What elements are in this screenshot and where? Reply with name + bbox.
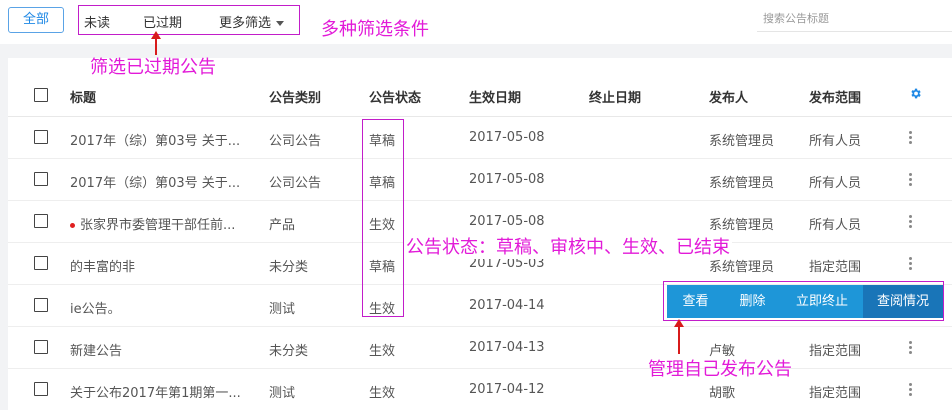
row-status: 生效 <box>369 344 396 359</box>
row-checkbox[interactable] <box>34 172 48 186</box>
row-scope: 所有人员 <box>809 218 862 233</box>
unread-filter[interactable]: 未读 <box>84 12 110 31</box>
more-options-icon[interactable] <box>909 383 913 397</box>
row-title: 张家界市委管理干部任前... <box>80 218 236 233</box>
row-publisher: 系统管理员 <box>709 176 775 191</box>
header-effective-date: 生效日期 <box>469 91 522 106</box>
row-category: 测试 <box>269 302 296 317</box>
row-category: 未分类 <box>269 344 309 359</box>
expired-filter[interactable]: 已过期 <box>143 12 182 31</box>
more-options-icon[interactable] <box>909 257 913 271</box>
row-scope: 所有人员 <box>809 134 862 149</box>
row-checkbox[interactable] <box>34 382 48 396</box>
caret-down-icon <box>276 21 285 26</box>
search-input[interactable] <box>757 6 937 30</box>
header-title: 标题 <box>70 91 97 106</box>
header-status: 公告状态 <box>369 91 422 106</box>
row-checkbox[interactable] <box>34 256 48 270</box>
row-category: 公司公告 <box>269 176 322 191</box>
row-title: 新建公告 <box>70 344 123 359</box>
row-category: 测试 <box>269 386 296 401</box>
view-button[interactable]: 查看 <box>667 285 724 318</box>
header-scope: 发布范围 <box>809 91 862 106</box>
delete-button[interactable]: 删除 <box>724 285 781 318</box>
row-effective: 2017-04-14 <box>469 298 545 313</box>
row-publisher: 系统管理员 <box>709 134 775 149</box>
header-publisher: 发布人 <box>709 91 749 106</box>
row-category: 公司公告 <box>269 134 322 149</box>
status-highlight-box <box>362 119 404 317</box>
row-title-cell[interactable]: 2017年（综）第03号 关于... <box>70 130 240 149</box>
row-effective: 2017-05-08 <box>469 130 545 145</box>
expired-filter-annotation: 筛选已过期公告 <box>90 57 216 78</box>
more-options-icon[interactable] <box>909 173 913 187</box>
row-publisher: 胡歌 <box>709 386 736 401</box>
table-row[interactable]: 2017年（综）第03号 关于... 公司公告 草稿 2017-05-08 系统管理员所… <box>8 159 952 201</box>
filter-toolbar: 全部 未读 已过期 更多筛选 <box>0 0 952 44</box>
row-title: 2017年（综）第03号 关于... <box>70 134 241 149</box>
row-checkbox[interactable] <box>34 130 48 144</box>
row-checkbox[interactable] <box>34 340 48 354</box>
row-effective: 2017-05-08 <box>469 214 545 229</box>
more-options-icon[interactable] <box>909 131 913 145</box>
table-row[interactable]: 关于公布2017年第1期第一... 测试 生效 2017-04-12 胡歌 指定范围 <box>8 369 952 410</box>
row-effective: 2017-05-08 <box>469 172 545 187</box>
row-checkbox[interactable] <box>34 214 48 228</box>
row-title-cell[interactable]: 新建公告 <box>70 340 122 359</box>
search-box[interactable] <box>757 6 952 32</box>
row-checkbox[interactable] <box>34 298 48 312</box>
status-annotation: 公告状态：草稿、审核中、生效、已结束 <box>404 233 732 259</box>
unread-dot-icon <box>70 223 75 228</box>
row-title-cell[interactable]: 张家界市委管理干部任前... <box>70 214 235 233</box>
row-title: ie公告。 <box>70 302 121 317</box>
gear-icon[interactable] <box>909 87 922 100</box>
table-header: 标题 公告类别 公告状态 生效日期 终止日期 发布人 发布范围 <box>8 75 952 117</box>
arrow-up-icon <box>151 31 161 55</box>
row-publisher: 系统管理员 <box>709 218 775 233</box>
table-row[interactable]: 2017年（综）第03号 关于... 公司公告 草稿 2017-05-08 系统管理员所… <box>8 117 952 159</box>
header-end-date: 终止日期 <box>589 91 642 106</box>
filter-conditions-annotation: 多种筛选条件 <box>321 19 429 40</box>
terminate-button[interactable]: 立即终止 <box>781 285 863 318</box>
row-title-cell[interactable]: 关于公布2017年第1期第一... <box>70 382 241 401</box>
row-scope: 指定范围 <box>809 344 862 359</box>
more-filters-label: 更多筛选 <box>219 16 272 31</box>
row-effective: 2017-04-12 <box>469 382 545 397</box>
row-title: 的丰富的非 <box>70 260 136 275</box>
more-filters-dropdown[interactable]: 更多筛选 <box>219 12 285 31</box>
row-effective: 2017-04-13 <box>469 340 545 355</box>
row-title-cell[interactable]: ie公告。 <box>70 298 121 317</box>
row-title: 2017年（综）第03号 关于... <box>70 176 241 191</box>
row-category: 产品 <box>269 218 296 233</box>
row-title-cell[interactable]: 2017年（综）第03号 关于... <box>70 172 240 191</box>
row-scope: 所有人员 <box>809 176 862 191</box>
row-scope: 指定范围 <box>809 386 862 401</box>
select-all-checkbox[interactable] <box>34 88 48 102</box>
all-filter-button[interactable]: 全部 <box>8 7 64 33</box>
row-title: 关于公布2017年第1期第一... <box>70 386 241 401</box>
row-title-cell[interactable]: 的丰富的非 <box>70 256 135 275</box>
row-scope: 指定范围 <box>809 260 862 275</box>
filter-options-box: 未读 已过期 更多筛选 <box>78 5 300 35</box>
arrow-up-icon <box>674 319 684 354</box>
more-options-icon[interactable] <box>909 215 913 229</box>
header-category: 公告类别 <box>269 91 322 106</box>
row-status: 生效 <box>369 386 396 401</box>
table-row[interactable]: 新建公告 未分类 生效 2017-04-13 卢敏 指定范围 <box>8 327 952 369</box>
read-status-button[interactable]: 查阅情况 <box>863 285 943 318</box>
row-action-bar: 查看 删除 立即终止 查阅情况 <box>667 285 943 318</box>
manage-annotation: 管理自己发布公告 <box>648 359 792 380</box>
more-options-icon[interactable] <box>909 341 913 355</box>
row-category: 未分类 <box>269 260 309 275</box>
